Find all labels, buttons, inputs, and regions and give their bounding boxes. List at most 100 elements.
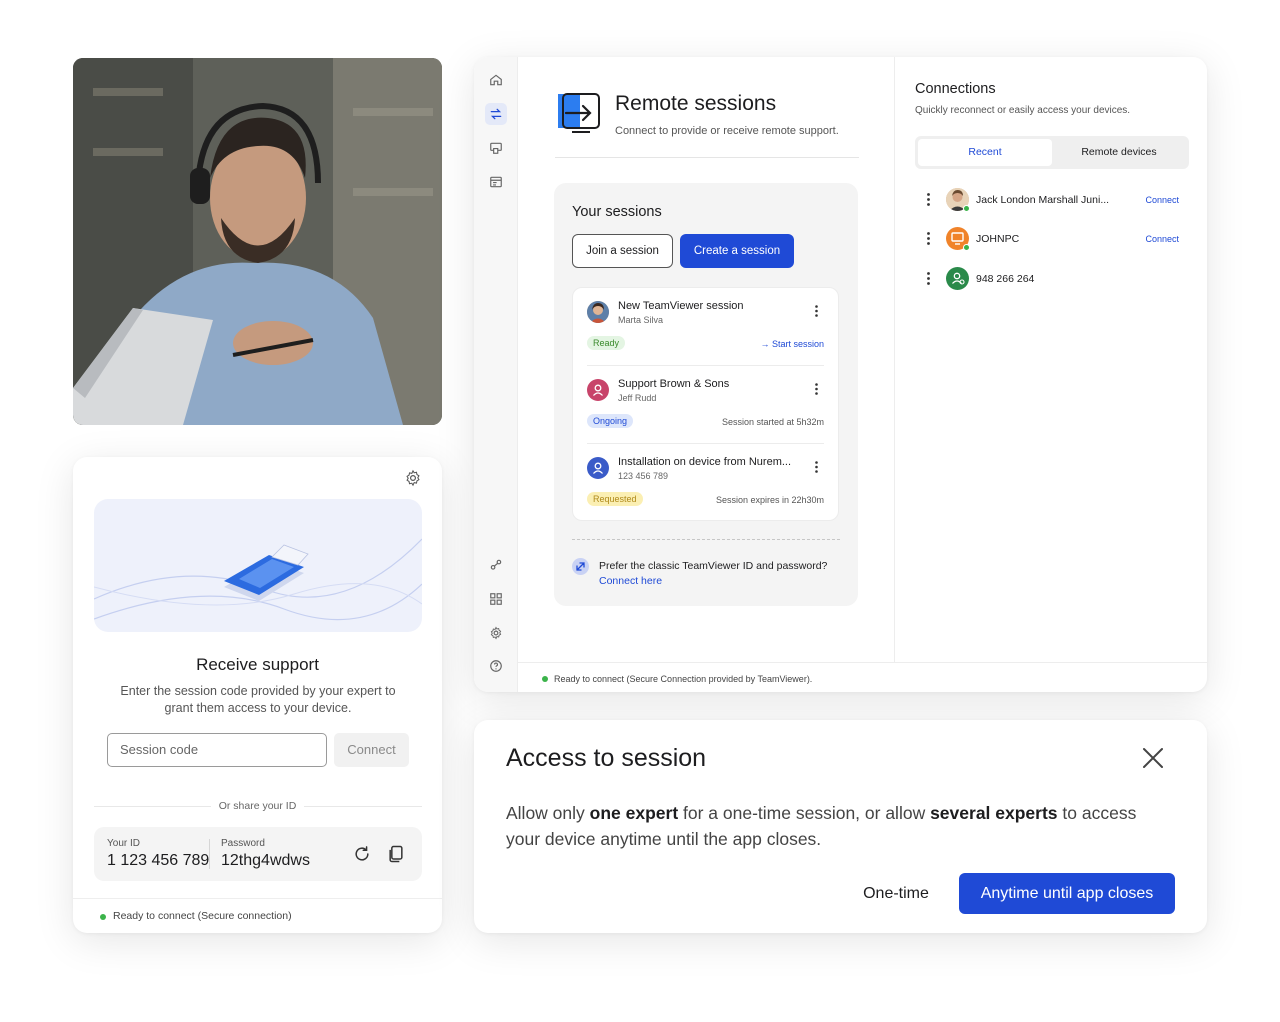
tab-remote-devices[interactable]: Remote devices xyxy=(1052,139,1186,166)
dialog-description: Allow only one expert for a one-time ses… xyxy=(506,800,1156,852)
status-dot xyxy=(100,914,106,920)
remote-sessions-window: Remote sessions Connect to provide or re… xyxy=(474,57,1207,692)
user-avatar-icon xyxy=(587,457,609,479)
connect-here-link[interactable]: Connect here xyxy=(599,575,662,587)
photo-illustration xyxy=(73,58,442,425)
page-subtitle: Connect to provide or receive remote sup… xyxy=(615,125,839,137)
integrations-icon[interactable] xyxy=(485,554,507,576)
id-separator xyxy=(209,839,210,869)
management-icon[interactable] xyxy=(485,171,507,193)
support-agent-photo xyxy=(73,58,442,425)
connection-name: Jack London Marshall Juni... xyxy=(976,194,1110,206)
home-icon[interactable] xyxy=(485,69,507,91)
remote-sessions-logo-icon xyxy=(556,91,602,135)
receive-support-title: Receive support xyxy=(196,655,319,674)
session-owner: Jeff Rudd xyxy=(618,393,657,403)
status-badge: Ongoing xyxy=(587,414,634,428)
join-session-button[interactable]: Join a session xyxy=(572,234,673,268)
devices-icon[interactable] xyxy=(485,137,507,159)
session-row[interactable]: Support Brown & Sons Jeff Rudd Ongoing S… xyxy=(573,366,838,444)
your-id-value[interactable]: 1 123 456 789 xyxy=(107,852,209,870)
connections-title: Connections xyxy=(915,81,996,97)
session-name: New TeamViewer session xyxy=(618,300,744,312)
connection-name: JOHNPC xyxy=(976,233,1020,245)
session-name: Support Brown & Sons xyxy=(618,378,730,390)
text-bold: one expert xyxy=(589,803,679,823)
more-options-icon[interactable] xyxy=(815,304,818,317)
password-value[interactable]: 12thg4wdws xyxy=(221,852,310,870)
session-name: Installation on device from Nurem... xyxy=(618,456,792,468)
session-row[interactable]: New TeamViewer session Marta Silva Ready… xyxy=(573,288,838,366)
anytime-button[interactable]: Anytime until app closes xyxy=(959,873,1175,914)
apps-grid-icon[interactable] xyxy=(485,588,507,610)
connection-row[interactable]: JOHNPC Connect xyxy=(915,224,1189,254)
your-id-label: Your ID xyxy=(107,838,140,849)
page-title: Remote sessions xyxy=(615,92,777,115)
device-illustration xyxy=(94,499,422,632)
user-avatar-icon xyxy=(587,379,609,401)
session-owner: Marta Silva xyxy=(618,315,664,325)
arrow-right-icon: → xyxy=(760,339,772,349)
close-icon[interactable] xyxy=(1141,746,1165,770)
text-bold: several experts xyxy=(930,803,1058,823)
status-badge: Requested xyxy=(587,492,643,506)
sidebar xyxy=(474,57,518,692)
session-code-input[interactable]: Session code xyxy=(107,733,327,767)
status-bar: Ready to connect (Secure Connection prov… xyxy=(518,662,1207,692)
online-status-dot xyxy=(963,205,970,212)
or-share-text: Or share your ID xyxy=(210,800,305,812)
status-bar: Ready to connect (Secure connection) xyxy=(73,898,442,933)
online-status-dot xyxy=(963,244,970,251)
your-sessions-title: Your sessions xyxy=(572,204,662,220)
settings-gear-icon[interactable] xyxy=(404,469,422,487)
start-session-label: Start session xyxy=(771,339,824,349)
more-options-icon[interactable] xyxy=(927,232,930,245)
status-badge: Ready xyxy=(587,336,626,350)
sessions-list: New TeamViewer session Marta Silva Ready… xyxy=(572,287,839,521)
session-expiry: Session expires in 22h30m xyxy=(715,495,824,505)
avatar xyxy=(587,301,609,323)
one-time-button[interactable]: One-time xyxy=(844,874,948,914)
start-session-link[interactable]: → Start session xyxy=(760,339,824,349)
more-options-icon[interactable] xyxy=(815,460,818,473)
connections-subtitle: Quickly reconnect or easily access your … xyxy=(915,105,1131,116)
connect-link[interactable]: Connect xyxy=(1145,195,1179,205)
copy-icon[interactable] xyxy=(386,844,406,869)
session-owner: 123 456 789 xyxy=(618,471,669,481)
id-password-box: Your ID 1 123 456 789 Password 12thg4wdw… xyxy=(94,827,422,881)
or-share-label: Or share your ID xyxy=(73,800,442,812)
text-part: for a one-time session, or allow xyxy=(678,803,931,823)
your-sessions-panel: Your sessions Join a session Create a se… xyxy=(554,183,858,606)
expand-arrows-icon xyxy=(572,558,589,575)
password-label: Password xyxy=(221,838,265,849)
more-options-icon[interactable] xyxy=(927,193,930,206)
status-text: Ready to connect (Secure connection) xyxy=(113,910,292,922)
connection-row[interactable]: 948 266 264 xyxy=(915,264,1189,294)
remote-sessions-icon[interactable] xyxy=(485,103,507,125)
more-options-icon[interactable] xyxy=(815,382,818,395)
classic-text: Prefer the classic TeamViewer ID and pas… xyxy=(599,560,828,572)
status-dot xyxy=(542,676,548,682)
access-to-session-dialog: Access to session Allow only one expert … xyxy=(474,720,1207,933)
create-session-button[interactable]: Create a session xyxy=(680,234,794,268)
connect-button[interactable]: Connect xyxy=(334,733,409,767)
tab-recent[interactable]: Recent xyxy=(918,139,1052,166)
remote-sessions-panel: Remote sessions Connect to provide or re… xyxy=(518,57,894,662)
connection-row[interactable]: Jack London Marshall Juni... Connect xyxy=(915,185,1189,215)
receive-support-description: Enter the session code provided by your … xyxy=(120,684,396,715)
dashed-divider xyxy=(572,539,840,540)
help-icon[interactable] xyxy=(485,655,507,677)
receive-support-card: Receive support Enter the session code p… xyxy=(73,457,442,933)
connect-link[interactable]: Connect xyxy=(1145,234,1179,244)
more-options-icon[interactable] xyxy=(927,272,930,285)
status-text: Ready to connect (Secure Connection prov… xyxy=(554,674,813,684)
session-time: Session started at 5h32m xyxy=(721,417,824,427)
session-row[interactable]: Installation on device from Nurem... 123… xyxy=(573,444,838,522)
settings-icon[interactable] xyxy=(485,622,507,644)
connections-tabs: Recent Remote devices xyxy=(915,136,1189,169)
connection-name: 948 266 264 xyxy=(976,273,1035,285)
connections-panel: Connections Quickly reconnect or easily … xyxy=(894,57,1207,662)
dialog-title: Access to session xyxy=(506,744,707,772)
refresh-icon[interactable] xyxy=(352,844,372,869)
divider xyxy=(555,157,859,158)
